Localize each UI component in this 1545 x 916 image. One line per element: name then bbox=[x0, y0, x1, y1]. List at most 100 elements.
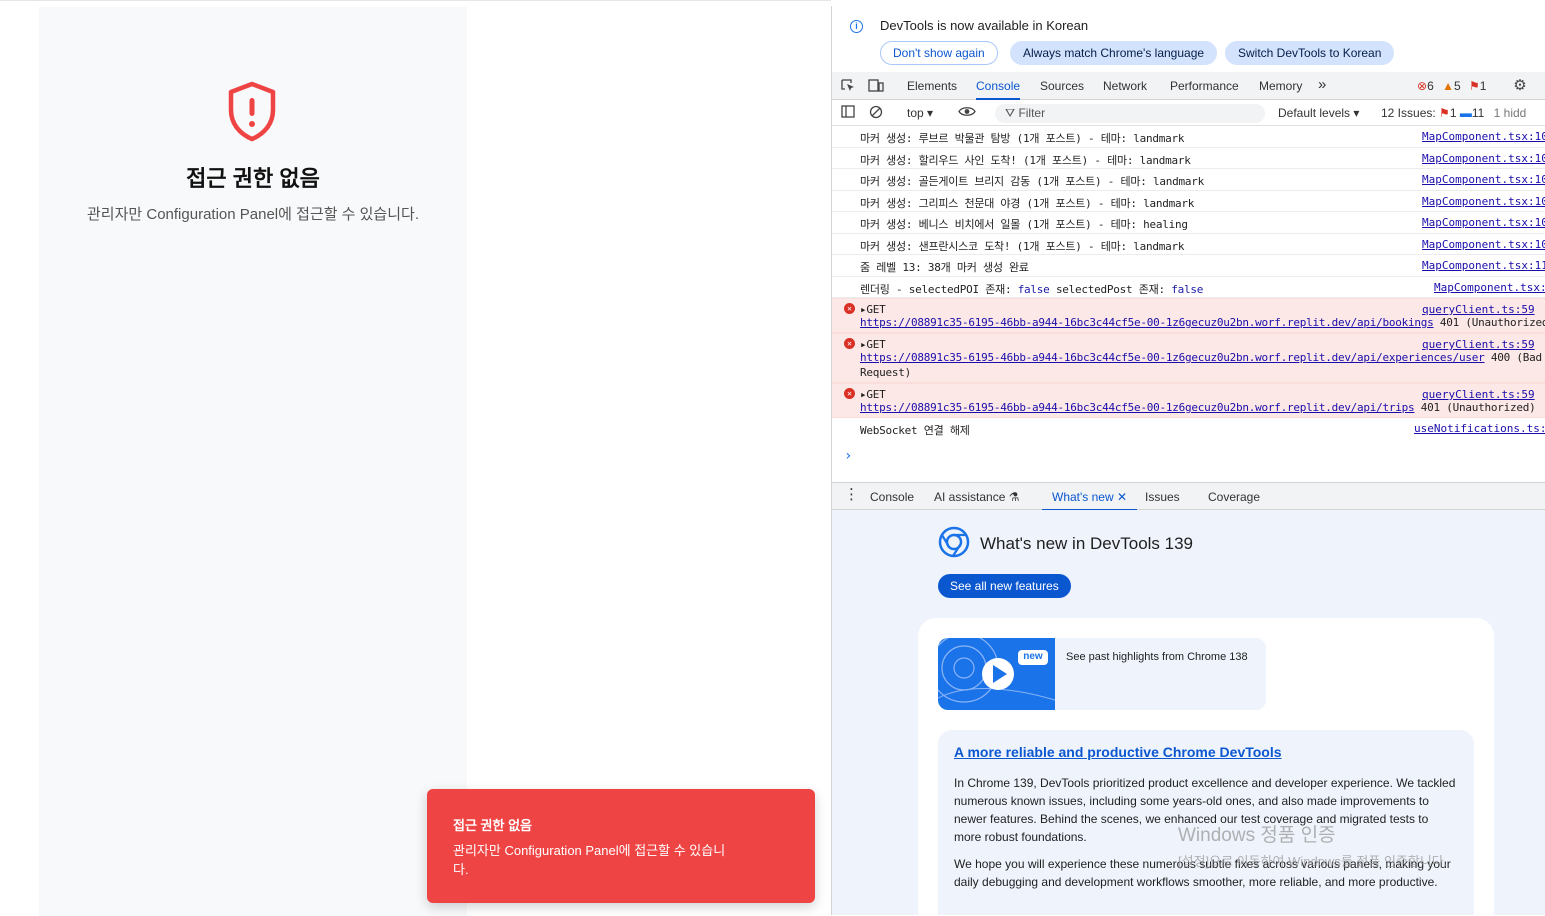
console-filter-input[interactable]: ⛛ Filter bbox=[995, 104, 1265, 123]
whats-new-title: What's new in DevTools 139 bbox=[980, 534, 1194, 553]
new-badge: new bbox=[1023, 651, 1043, 662]
issues-label: 12 Issues: bbox=[1381, 106, 1436, 120]
tab-performance[interactable]: Performance bbox=[1170, 72, 1239, 100]
windows-activation-watermark: Windows 정품 인증 [설정]으로 이동하여 Windows를 정품 인증… bbox=[1178, 825, 1448, 869]
console-counts[interactable]: ⊗6 ▲5 ⚑1 bbox=[1417, 79, 1491, 93]
source-link[interactable]: MapComponent.tsx:1024 bbox=[1422, 238, 1545, 251]
console-output: 마커 생성: 루브르 박물관 탐방 (1개 포스트) - 테마: landmar… bbox=[832, 126, 1545, 482]
clear-console-icon[interactable] bbox=[868, 105, 884, 119]
console-row: 마커 생성: 루브르 박물관 탐방 (1개 포스트) - 테마: landmar… bbox=[832, 126, 1545, 148]
request-url-link[interactable]: https://08891c35-6195-46bb-a944-16bc3c44… bbox=[860, 401, 1415, 414]
error-circle-icon: ✕ bbox=[844, 388, 855, 399]
console-row: 줌 레벨 13: 38개 마커 생성 완료MapComponent.tsx:11… bbox=[832, 255, 1545, 277]
tab-console[interactable]: Console bbox=[976, 72, 1021, 100]
inspect-element-icon[interactable] bbox=[840, 79, 856, 93]
whats-new-card: new See past highlights from Chrome 138 … bbox=[918, 618, 1494, 915]
device-toolbar-icon[interactable] bbox=[868, 79, 884, 93]
live-expression-eye-icon[interactable] bbox=[958, 105, 976, 119]
tab-network[interactable]: Network bbox=[1103, 72, 1147, 100]
source-link[interactable]: MapComponent.tsx:1024 bbox=[1422, 173, 1545, 186]
issue-error-icon: ⚑ bbox=[1439, 106, 1450, 120]
console-row: 마커 생성: 그리피스 천문대 야경 (1개 포스트) - 테마: landma… bbox=[832, 191, 1545, 212]
app-page: 접근 권한 없음 관리자만 Configuration Panel에 접근할 수… bbox=[0, 0, 831, 916]
switch-to-korean-button[interactable]: Switch DevTools to Korean bbox=[1225, 41, 1395, 65]
console-error-row[interactable]: ✕ ▸GET queryClient.ts:59 https://08891c3… bbox=[832, 298, 1545, 333]
warning-icon: ▲ bbox=[1442, 79, 1454, 93]
source-link[interactable]: MapComponent.tsx:1024 bbox=[1422, 130, 1545, 143]
console-toolbar: top ▾ ⛛ Filter Default levels ▾ 12 Issue… bbox=[832, 100, 1545, 126]
page-subtitle: 관리자만 Configuration Panel에 접근할 수 있습니다. bbox=[87, 206, 419, 223]
filter-placeholder: Filter bbox=[1018, 106, 1046, 120]
tab-elements[interactable]: Elements bbox=[907, 72, 957, 100]
error-icon: ⊗ bbox=[1417, 79, 1428, 93]
page-title: 접근 권한 없음 bbox=[186, 166, 320, 191]
source-link[interactable]: queryClient.ts:59 bbox=[1422, 338, 1545, 351]
language-infobar: i DevTools is now available in Korean Do… bbox=[832, 6, 1545, 72]
source-link[interactable]: MapComponent.tsx:1024 bbox=[1422, 216, 1545, 229]
flask-icon: ⚗ bbox=[1008, 490, 1020, 504]
drawer-menu-kebab-icon[interactable]: ⋮ bbox=[844, 483, 859, 511]
context-value: top bbox=[907, 106, 924, 120]
context-select[interactable]: top ▾ bbox=[907, 106, 933, 120]
tab-sources[interactable]: Sources bbox=[1040, 72, 1084, 100]
tab-memory[interactable]: Memory bbox=[1259, 72, 1302, 100]
log-levels-select[interactable]: Default levels ▾ bbox=[1278, 106, 1359, 120]
drawer-tab-ai-assistance[interactable]: AI assistance ⚗ bbox=[934, 483, 1019, 511]
video-thumbnail bbox=[938, 638, 1055, 710]
source-link[interactable]: MapComponent.tsx:70 bbox=[1434, 281, 1545, 294]
match-language-button[interactable]: Always match Chrome's language bbox=[1010, 41, 1218, 65]
log-levels-value: Default levels bbox=[1278, 106, 1351, 120]
hidden-count: 1 hidd bbox=[1493, 106, 1527, 120]
console-error-row[interactable]: ✕ ▸GET queryClient.ts:59 https://08891c3… bbox=[832, 383, 1545, 418]
article-title-link[interactable]: A more reliable and productive Chrome De… bbox=[954, 744, 1458, 760]
source-link[interactable]: queryClient.ts:59 bbox=[1422, 303, 1545, 316]
console-row: 렌더링 - selectedPOI 존재: false selectedPost… bbox=[832, 277, 1545, 298]
drawer-tabbar: ⋮ Console AI assistance ⚗ What's new ✕ I… bbox=[832, 482, 1545, 511]
console-prompt-chevron-icon[interactable]: › bbox=[844, 448, 852, 464]
infobar-text: DevTools is now available in Korean bbox=[880, 18, 1089, 33]
drawer-tab-coverage[interactable]: Coverage bbox=[1208, 483, 1260, 511]
shield-alert-icon bbox=[228, 81, 276, 142]
toast-title: 접근 권한 없음 bbox=[453, 818, 532, 833]
error-count: 6 bbox=[1427, 79, 1434, 93]
console-row: 마커 생성: 베니스 비치에서 일몰 (1개 포스트) - 테마: healin… bbox=[832, 212, 1545, 234]
console-row: 마커 생성: 샌프란시스코 도착! (1개 포스트) - 테마: landmar… bbox=[832, 234, 1545, 255]
error-circle-icon: ✕ bbox=[844, 338, 855, 349]
source-link[interactable]: MapComponent.tsx:1024 bbox=[1422, 152, 1545, 165]
console-row: WebSocket 연결 해제useNotifications.ts:94 bbox=[832, 418, 1545, 440]
access-denied-panel bbox=[39, 7, 467, 916]
settings-gear-icon[interactable]: ⚙ bbox=[1512, 78, 1528, 93]
source-link[interactable]: queryClient.ts:59 bbox=[1422, 388, 1545, 401]
filter-icon: ⛛ bbox=[1005, 106, 1016, 120]
source-link[interactable]: MapComponent.tsx:1130 bbox=[1422, 259, 1545, 272]
info-icon: i bbox=[850, 20, 863, 33]
video-highlight-card[interactable]: new See past highlights from Chrome 138 bbox=[938, 638, 1266, 710]
warning-count: 5 bbox=[1453, 79, 1461, 93]
more-tabs-chevron-icon[interactable]: » bbox=[1318, 72, 1326, 100]
drawer-tab-console[interactable]: Console bbox=[870, 483, 914, 511]
dont-show-again-button[interactable]: Don't show again bbox=[880, 41, 998, 65]
toast-message: 관리자만 Configuration Panel에 접근할 수 있습니 다. bbox=[453, 843, 726, 877]
error-toast[interactable]: 접근 권한 없음 관리자만 Configuration Panel에 접근할 수… bbox=[427, 789, 815, 903]
console-error-row[interactable]: ✕ ▸GET queryClient.ts:59 https://08891c3… bbox=[832, 333, 1545, 383]
console-row: 마커 생성: 할리우드 사인 도착! (1개 포스트) - 테마: landma… bbox=[832, 148, 1545, 169]
close-tab-icon[interactable]: ✕ bbox=[1117, 490, 1127, 504]
console-row: 마커 생성: 골든게이트 브리지 감동 (1개 포스트) - 테마: landm… bbox=[832, 169, 1545, 191]
devtools-logo-icon bbox=[938, 526, 970, 558]
drawer-tab-whats-new[interactable]: What's new ✕ bbox=[1042, 483, 1138, 511]
issue-count: 1 bbox=[1479, 79, 1487, 93]
request-url-link[interactable]: https://08891c35-6195-46bb-a944-16bc3c44… bbox=[860, 316, 1434, 329]
source-link[interactable]: MapComponent.tsx:1024 bbox=[1422, 195, 1545, 208]
source-link[interactable]: useNotifications.ts:94 bbox=[1414, 422, 1545, 435]
issues-button[interactable]: 12 Issues: ⚑1 ▬11 1 hidd bbox=[1381, 106, 1526, 120]
issues-info-count: 11 bbox=[1471, 106, 1485, 120]
video-caption: See past highlights from Chrome 138 bbox=[1066, 651, 1248, 663]
issue-info-icon: ▬ bbox=[1459, 106, 1472, 120]
sidebar-toggle-icon[interactable] bbox=[840, 105, 856, 119]
devtools-panel: i DevTools is now available in Korean Do… bbox=[831, 6, 1545, 915]
devtools-tabbar: Elements Console Sources Network Perform… bbox=[832, 72, 1545, 100]
issues-error-count: 1 bbox=[1449, 106, 1457, 120]
request-url-link[interactable]: https://08891c35-6195-46bb-a944-16bc3c44… bbox=[860, 351, 1485, 364]
see-all-features-button[interactable]: See all new features bbox=[938, 574, 1071, 598]
drawer-tab-issues[interactable]: Issues bbox=[1145, 483, 1180, 511]
